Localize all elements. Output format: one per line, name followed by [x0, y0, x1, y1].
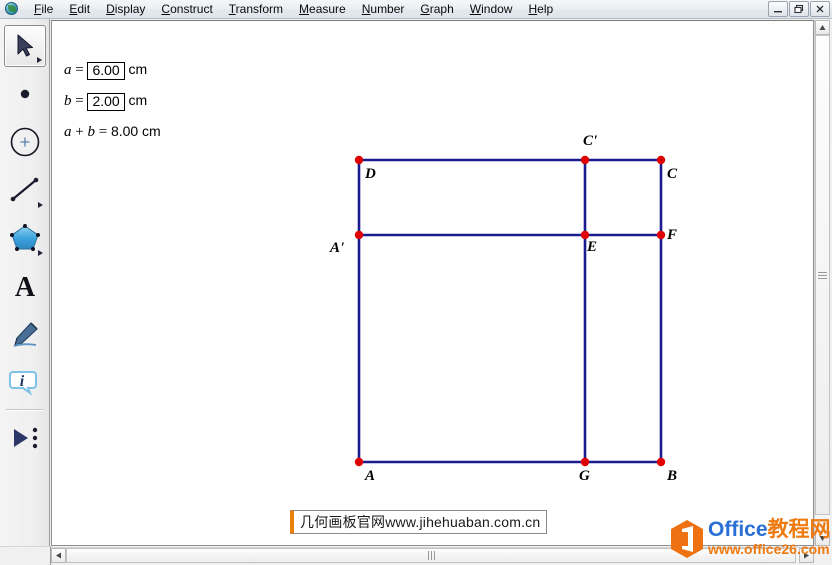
measurement-b-equals: = — [75, 93, 84, 109]
point-label[interactable]: B — [667, 468, 677, 485]
vertical-scrollbar[interactable] — [814, 20, 831, 546]
rectangle-construction[interactable] — [52, 21, 797, 546]
menu-construct[interactable]: Construct — [153, 1, 220, 18]
circle-compass-icon — [10, 127, 39, 157]
arrow-tool-submenu-arrow[interactable] — [36, 57, 42, 63]
pen-marker-icon — [13, 322, 38, 347]
measurement-b[interactable]: b = 2.00 cm — [64, 92, 147, 111]
measurement-a-equals: = — [75, 62, 84, 78]
close-icon — [816, 5, 824, 13]
point-label[interactable]: D — [365, 166, 376, 183]
point-tool[interactable] — [4, 73, 46, 115]
measurement-a[interactable]: a = 6.00 cm — [64, 61, 147, 80]
menu-number[interactable]: Number — [354, 1, 413, 18]
menu-help[interactable]: Help — [520, 1, 561, 18]
point-dot-icon — [20, 89, 29, 99]
chevron-right-icon — [804, 552, 809, 559]
compass-tool[interactable] — [4, 121, 46, 163]
watermark-textbox[interactable]: 几何画板官网www.jihehuaban.com.cn — [290, 510, 548, 534]
straightedge-tool-submenu-arrow[interactable] — [37, 202, 43, 208]
measurement-sum-variable-a: a — [64, 124, 72, 140]
chevron-up-icon — [819, 25, 826, 30]
menu-measure[interactable]: Measure — [291, 1, 354, 18]
scroll-up-button[interactable] — [815, 20, 830, 35]
restore-button[interactable] — [789, 1, 809, 17]
svg-text:i: i — [19, 373, 24, 390]
measurement-a-plus-b[interactable]: a + b = 8.00 cm — [64, 123, 161, 140]
figure-point[interactable] — [656, 230, 666, 240]
figure-point[interactable] — [580, 457, 590, 467]
pentagon-icon — [9, 224, 40, 251]
chevron-down-icon — [819, 536, 826, 541]
minimize-icon — [774, 11, 782, 13]
figure-point[interactable] — [354, 155, 364, 165]
measurement-sum-unit: cm — [141, 123, 161, 139]
arrow-select-tool[interactable] — [3, 25, 46, 67]
marker-tool[interactable] — [4, 313, 46, 355]
sketchpad-globe-icon — [4, 1, 20, 17]
chevron-left-icon — [56, 552, 61, 559]
sketch-canvas-container[interactable]: a = 6.00 cm b = 2.00 cm a + b = 8.00 cm — [51, 20, 814, 546]
figure-point[interactable] — [354, 457, 364, 467]
figure-point[interactable] — [580, 155, 590, 165]
straightedge-tool[interactable] — [4, 169, 46, 211]
watermark-text: 几何画板官网www.jihehuaban.com.cn — [300, 514, 541, 530]
scroll-right-button[interactable] — [799, 548, 814, 563]
information-tool[interactable]: i — [4, 361, 46, 403]
menu-bar: File Edit Display Construct Transform Me… — [0, 0, 832, 19]
figure-point[interactable] — [580, 230, 590, 240]
point-label[interactable]: A' — [330, 240, 344, 257]
measurement-sum-equals: = — [98, 124, 108, 140]
point-label[interactable]: G — [579, 468, 590, 485]
minimize-button[interactable] — [768, 1, 788, 17]
point-label[interactable]: F — [667, 227, 677, 244]
figure-point[interactable] — [354, 230, 364, 240]
point-label[interactable]: A — [365, 468, 375, 485]
scrollbar-corner — [0, 546, 51, 565]
polygon-tool[interactable] — [4, 217, 46, 259]
close-button[interactable] — [810, 1, 830, 17]
measurement-a-unit: cm — [128, 61, 148, 77]
scroll-left-button[interactable] — [51, 548, 66, 563]
menu-window[interactable]: Window — [462, 1, 521, 18]
measurement-a-variable: a — [64, 62, 72, 78]
sketch-canvas[interactable]: a = 6.00 cm b = 2.00 cm a + b = 8.00 cm — [52, 21, 797, 546]
measurement-sum-plus: + — [75, 124, 84, 140]
svg-text:A: A — [14, 272, 35, 301]
arrow-cursor-icon — [17, 34, 33, 57]
measurement-b-value[interactable]: 2.00 — [87, 93, 125, 111]
measurement-b-unit: cm — [128, 92, 148, 108]
text-tool[interactable]: A — [4, 265, 46, 307]
letter-a-icon: A — [14, 272, 35, 301]
measurement-sum-value: 8.00 — [110, 123, 139, 139]
point-label[interactable]: C' — [583, 133, 597, 150]
window-controls — [768, 1, 830, 17]
horizontal-scrollbar[interactable] — [51, 547, 814, 564]
horizontal-scroll-thumb[interactable] — [66, 548, 796, 563]
figure-point[interactable] — [656, 457, 666, 467]
play-triangle-icon — [13, 427, 37, 449]
menu-edit[interactable]: Edit — [61, 1, 98, 18]
toolbar-divider — [5, 409, 44, 411]
measurement-sum-variable-b: b — [87, 124, 95, 140]
point-label[interactable]: C — [667, 166, 677, 183]
menu-graph[interactable]: Graph — [412, 1, 461, 18]
menu-display[interactable]: Display — [98, 1, 153, 18]
vertical-scroll-thumb[interactable] — [815, 35, 830, 515]
measurement-b-variable: b — [64, 93, 72, 109]
application-window: File Edit Display Construct Transform Me… — [0, 0, 832, 565]
custom-tool[interactable] — [4, 417, 46, 459]
restore-icon — [794, 4, 804, 14]
figure-point[interactable] — [656, 155, 666, 165]
tool-palette: A i — [0, 19, 50, 546]
polygon-tool-submenu-arrow[interactable] — [37, 250, 43, 256]
info-bubble-icon: i — [8, 371, 37, 396]
point-label[interactable]: E — [587, 239, 597, 256]
scroll-down-button[interactable] — [815, 531, 830, 546]
menu-file[interactable]: File — [26, 1, 61, 18]
menu-transform[interactable]: Transform — [221, 1, 291, 18]
measurement-a-value[interactable]: 6.00 — [87, 62, 125, 80]
line-segment-icon — [10, 177, 38, 202]
